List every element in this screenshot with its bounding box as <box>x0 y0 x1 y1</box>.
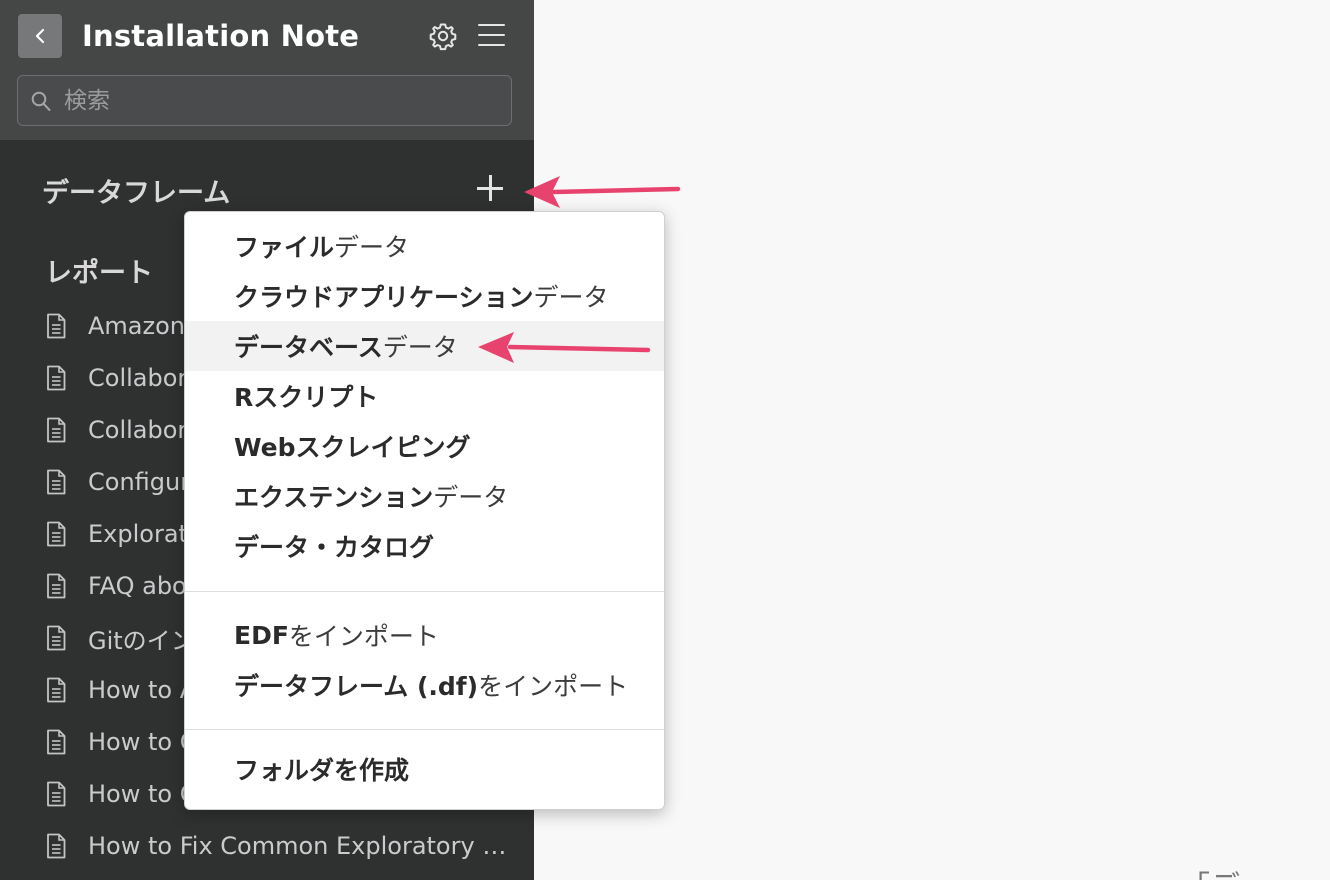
hamburger-menu-icon[interactable] <box>478 23 506 47</box>
menu-item[interactable]: フォルダを作成 <box>185 744 664 794</box>
document-icon <box>47 313 66 339</box>
document-icon <box>47 781 66 807</box>
menu-item-label: フォルダを作成 <box>234 756 410 785</box>
menu-divider <box>185 729 664 730</box>
menu-item[interactable]: Rスクリプト <box>185 371 664 421</box>
report-label: How to Fix Common Exploratory … <box>88 832 507 860</box>
document-icon <box>47 729 66 755</box>
menu-item-label: ファイル <box>234 233 335 262</box>
menu-item-suffix: をインポート <box>478 672 629 701</box>
report-label: How to A <box>88 676 197 704</box>
menu-item-suffix: をインポート <box>288 622 439 651</box>
menu-item-label: データ・カタログ <box>234 533 435 562</box>
menu-item-suffix: データ <box>382 333 458 362</box>
plus-icon[interactable] <box>476 174 504 202</box>
report-label: Collabor <box>88 416 188 444</box>
sidebar-header: Installation Note <box>0 0 534 140</box>
search-input[interactable] <box>64 84 494 118</box>
annotation-arrow-icon <box>524 176 681 208</box>
document-icon <box>47 417 66 443</box>
report-label: Gitのイン <box>88 626 195 655</box>
menu-item-suffix: データ <box>334 233 410 262</box>
menu-item[interactable]: ファイル データ <box>185 221 664 271</box>
report-label: Amazon <box>88 312 185 340</box>
report-label: FAQ abo <box>88 572 187 600</box>
document-icon <box>47 833 66 859</box>
document-icon <box>47 365 66 391</box>
document-icon <box>47 625 66 651</box>
menu-item-suffix: データ <box>533 283 609 312</box>
menu-item[interactable]: データ・カタログ <box>185 521 664 571</box>
report-list-item[interactable]: How to Fix Common Exploratory … <box>46 820 516 872</box>
add-dataframe-dropdown-menu: ファイル データ クラウドアプリケーション データ データベース データ Rスクリプト Web… <box>184 211 665 810</box>
chevron-left-icon <box>35 28 45 44</box>
menu-item-suffix: データ <box>433 483 509 512</box>
document-icon <box>47 469 66 495</box>
report-label: Explorat <box>88 520 188 548</box>
menu-item-label: Rスクリプト <box>234 383 379 412</box>
menu-item-label: エクステンション <box>234 483 434 512</box>
menu-item[interactable]: データフレーム (.df) をインポート <box>185 660 664 710</box>
document-icon <box>47 521 66 547</box>
report-label: Collabor <box>88 364 188 392</box>
document-icon <box>47 677 66 703</box>
menu-item-label: EDF <box>234 620 289 650</box>
back-button[interactable] <box>18 14 62 58</box>
menu-item-label: Webスクレイピング <box>234 433 471 462</box>
menu-item[interactable]: データベース データ <box>185 321 664 371</box>
gear-icon[interactable] <box>428 21 458 51</box>
search-box <box>17 75 512 126</box>
menu-divider <box>185 591 664 592</box>
menu-item[interactable]: EDF をインポート <box>185 610 664 660</box>
document-icon <box>47 573 66 599</box>
menu-item-label: クラウドアプリケーション <box>234 283 534 312</box>
reports-section-title: レポート <box>45 258 153 289</box>
menu-item-label: データベース <box>234 333 383 362</box>
report-label: How to C <box>88 780 197 808</box>
menu-item[interactable]: Webスクレイピング <box>185 421 664 471</box>
main-partial-text: 「デ <box>1180 862 1240 880</box>
search-icon <box>31 91 51 111</box>
menu-item[interactable]: エクステンション データ <box>185 471 664 521</box>
menu-item[interactable]: クラウドアプリケーション データ <box>185 271 664 321</box>
menu-item-label: データフレーム (.df) <box>234 672 479 701</box>
dataframes-section-title: データフレーム <box>42 178 231 209</box>
report-label: Configur <box>88 468 191 496</box>
report-label: How to C <box>88 728 197 756</box>
app-title: Installation Note <box>82 19 360 53</box>
